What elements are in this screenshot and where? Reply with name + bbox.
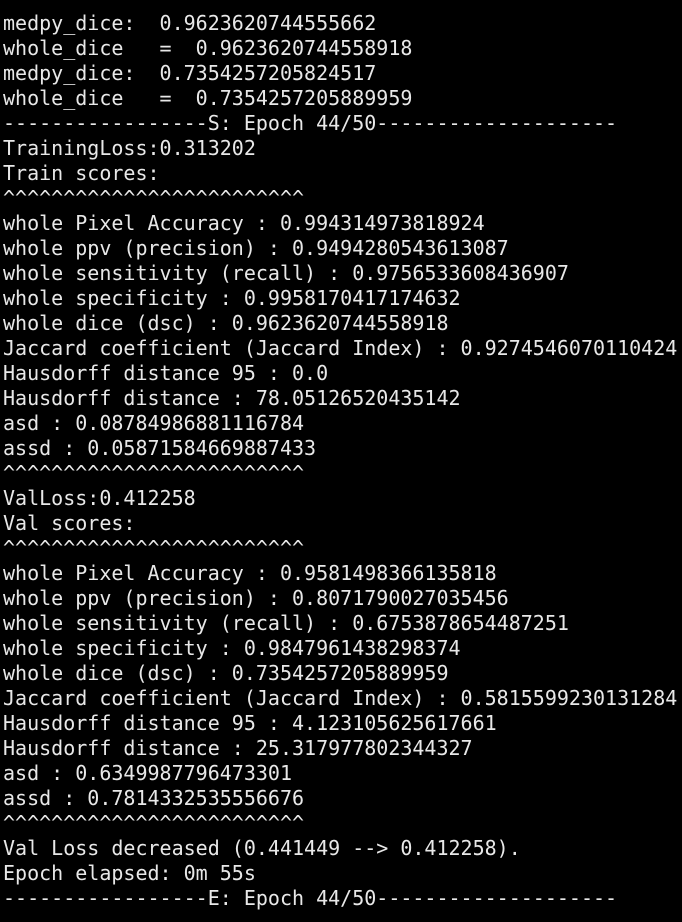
terminal-line: TrainingLoss:0.313202 bbox=[3, 136, 256, 160]
terminal-line: whole specificity : 0.9847961438298374 bbox=[3, 636, 461, 660]
terminal-line: asd : 0.08784986881116784 bbox=[3, 411, 305, 435]
terminal-line: ^^^^^^^^^^^^^^^^^^^^^^^^^ bbox=[3, 461, 305, 485]
terminal-line: whole specificity : 0.9958170417174632 bbox=[3, 286, 461, 310]
terminal-line: Val scores: bbox=[3, 511, 136, 535]
terminal-line: whole Pixel Accuracy : 0.958149836613581… bbox=[3, 561, 497, 585]
terminal-line: Jaccard coefficient (Jaccard Index) : 0.… bbox=[3, 686, 678, 710]
terminal-line: Epoch elapsed: 0m 55s bbox=[3, 861, 256, 885]
terminal-line: whole dice (dsc) : 0.9623620744558918 bbox=[3, 311, 449, 335]
terminal-line: whole_dice = 0.7354257205889959 bbox=[3, 86, 413, 110]
terminal-line: whole dice (dsc) : 0.7354257205889959 bbox=[3, 661, 449, 685]
terminal-line: Train scores: bbox=[3, 161, 160, 185]
terminal-output: medpy_dice: 0.9623620744555662 whole_dice… bbox=[3, 11, 677, 911]
terminal-line: assd : 0.05871584669887433 bbox=[3, 436, 317, 460]
terminal-line: -----------------E: Epoch 44/50---------… bbox=[3, 886, 618, 910]
terminal-line: whole_dice = 0.9623620744558918 bbox=[3, 36, 413, 60]
terminal-line: medpy_dice: 0.9623620744555662 bbox=[3, 11, 377, 35]
terminal-line: ^^^^^^^^^^^^^^^^^^^^^^^^^ bbox=[3, 811, 305, 835]
terminal-line: -----------------S: Epoch 44/50---------… bbox=[3, 111, 618, 135]
terminal-line: Hausdorff distance : 78.05126520435142 bbox=[3, 386, 461, 410]
terminal-line: whole ppv (precision) : 0.94942805436130… bbox=[3, 236, 509, 260]
terminal-line: ^^^^^^^^^^^^^^^^^^^^^^^^^ bbox=[3, 186, 305, 210]
terminal-line: whole sensitivity (recall) : 0.975653360… bbox=[3, 261, 569, 285]
terminal-line: ValLoss:0.412258 bbox=[3, 486, 196, 510]
terminal-line: Hausdorff distance 95 : 4.12310562561766… bbox=[3, 711, 497, 735]
terminal-line: Hausdorff distance : 25.317977802344327 bbox=[3, 736, 473, 760]
terminal-line: whole sensitivity (recall) : 0.675387865… bbox=[3, 611, 569, 635]
terminal-line: asd : 0.6349987796473301 bbox=[3, 761, 292, 785]
terminal-line: Hausdorff distance 95 : 0.0 bbox=[3, 361, 329, 385]
terminal-line: whole Pixel Accuracy : 0.994314973818924 bbox=[3, 211, 485, 235]
terminal-line: Val Loss decreased (0.441449 --> 0.41225… bbox=[3, 836, 521, 860]
terminal-line: whole ppv (precision) : 0.80717900270354… bbox=[3, 586, 509, 610]
terminal-line: ^^^^^^^^^^^^^^^^^^^^^^^^^ bbox=[3, 536, 305, 560]
terminal-line: Jaccard coefficient (Jaccard Index) : 0.… bbox=[3, 336, 678, 360]
terminal-line: medpy_dice: 0.7354257205824517 bbox=[3, 61, 377, 85]
terminal-line: assd : 0.7814332535556676 bbox=[3, 786, 305, 810]
